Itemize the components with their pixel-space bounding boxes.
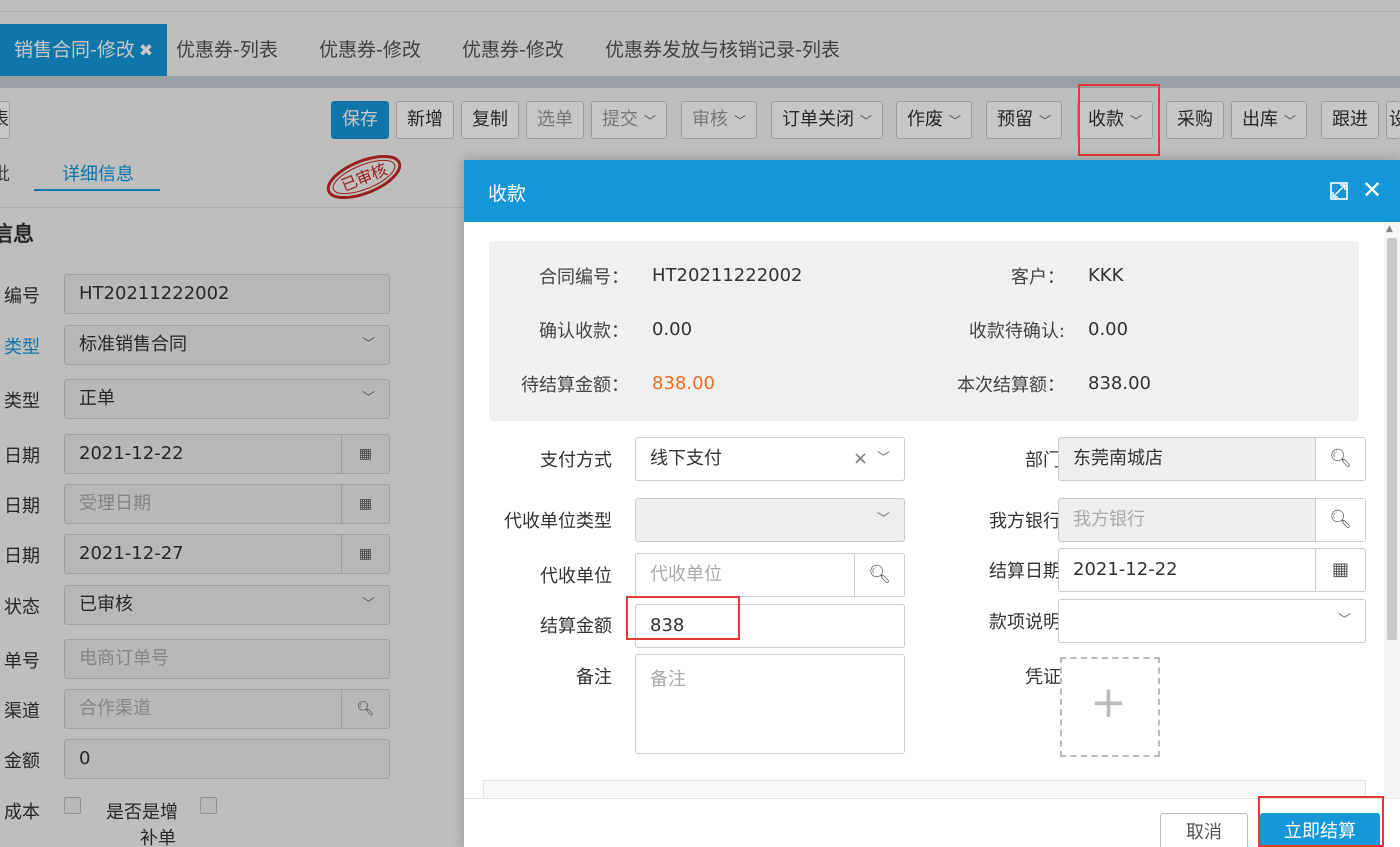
search-icon[interactable]: 🔍︎ xyxy=(854,554,904,596)
confirmed-value: 0.00 xyxy=(652,319,693,340)
agent-input[interactable]: 代收单位 🔍︎ xyxy=(635,553,905,597)
customer-label: 客户： xyxy=(1011,267,1065,288)
pay-method-select[interactable]: 线下支付 × ﹀ xyxy=(635,437,905,481)
plus-icon: + xyxy=(1090,677,1127,728)
to-settle-label: 待结算金额： xyxy=(521,375,629,396)
desc-label: 款项说明 xyxy=(989,612,1061,633)
to-settle-value: 838.00 xyxy=(652,373,715,394)
agent-label: 代收单位 xyxy=(540,566,612,587)
pending-confirm-label: 收款待确认: xyxy=(968,321,1065,342)
dept-input[interactable]: 东莞南城店 🔍︎ xyxy=(1058,437,1366,481)
our-bank-input[interactable]: 我方银行 🔍︎ xyxy=(1058,498,1366,542)
settle-now-button[interactable]: 立即结算 xyxy=(1260,813,1380,847)
scrollbar-thumb[interactable] xyxy=(1387,238,1397,640)
modal-title: 收款 xyxy=(488,183,527,205)
our-bank-label: 我方银行 xyxy=(989,511,1061,532)
chevron-down-icon: ﹀ xyxy=(876,512,890,527)
agent-placeholder: 代收单位 xyxy=(650,564,722,585)
settle-amount-label: 结算金额 xyxy=(540,616,612,637)
modal-footer: 取消 立即结算 xyxy=(464,798,1400,847)
select-value: 线下支付 xyxy=(650,448,722,469)
modal-body: 合同编号： HT20211222002 客户： KKK 确认收款： 0.00 收… xyxy=(464,222,1400,820)
this-settle-value: 838.00 xyxy=(1088,373,1151,394)
search-icon[interactable]: 🔍︎ xyxy=(1315,438,1365,480)
this-settle-label: 本次结算额： xyxy=(957,375,1065,396)
chevron-down-icon: ﹀ xyxy=(1337,613,1351,628)
date-value: 2021-12-22 xyxy=(1073,559,1178,580)
chevron-down-icon: ﹀ xyxy=(876,451,890,466)
scroll-up-icon[interactable]: ▲ xyxy=(1386,224,1393,234)
voucher-upload[interactable]: + xyxy=(1060,657,1160,757)
confirmed-label: 确认收款： xyxy=(539,321,629,342)
dept-label: 部门 xyxy=(1025,450,1061,471)
payment-summary: 合同编号： HT20211222002 客户： KKK 确认收款： 0.00 收… xyxy=(489,241,1359,421)
settle-amount-input[interactable]: 838 xyxy=(635,604,905,648)
contract-no-label: 合同编号： xyxy=(539,267,629,288)
pay-method-label: 支付方式 xyxy=(540,450,612,471)
maximize-icon[interactable] xyxy=(1330,182,1348,200)
search-icon[interactable]: 🔍︎ xyxy=(1315,499,1365,541)
close-icon[interactable]: ✕ xyxy=(1362,176,1382,204)
pending-confirm-value: 0.00 xyxy=(1088,319,1129,340)
remark-textarea[interactable]: 备注 xyxy=(635,654,905,754)
modal-header: 收款 ✕ xyxy=(464,160,1400,222)
settle-date-input[interactable]: 2021-12-22 ▦ xyxy=(1058,548,1366,592)
agent-type-label: 代收单位类型 xyxy=(504,511,612,532)
cancel-button[interactable]: 取消 xyxy=(1160,813,1248,847)
our-bank-placeholder: 我方银行 xyxy=(1073,509,1145,530)
desc-select[interactable]: ﹀ xyxy=(1058,599,1366,643)
settle-date-label: 结算日期 xyxy=(989,561,1061,582)
clear-icon[interactable]: × xyxy=(853,438,868,480)
calendar-icon[interactable]: ▦ xyxy=(1315,549,1365,591)
agent-type-select[interactable]: ﹀ xyxy=(635,498,905,542)
contract-no-value: HT20211222002 xyxy=(652,265,803,286)
voucher-label: 凭证 xyxy=(1025,667,1061,688)
dept-value: 东莞南城店 xyxy=(1073,448,1163,469)
customer-value: KKK xyxy=(1088,265,1124,286)
remark-label: 备注 xyxy=(576,667,612,688)
receive-payment-modal: 收款 ✕ 合同编号： HT20211222002 客户： KKK 确认收款： 0… xyxy=(464,160,1400,847)
